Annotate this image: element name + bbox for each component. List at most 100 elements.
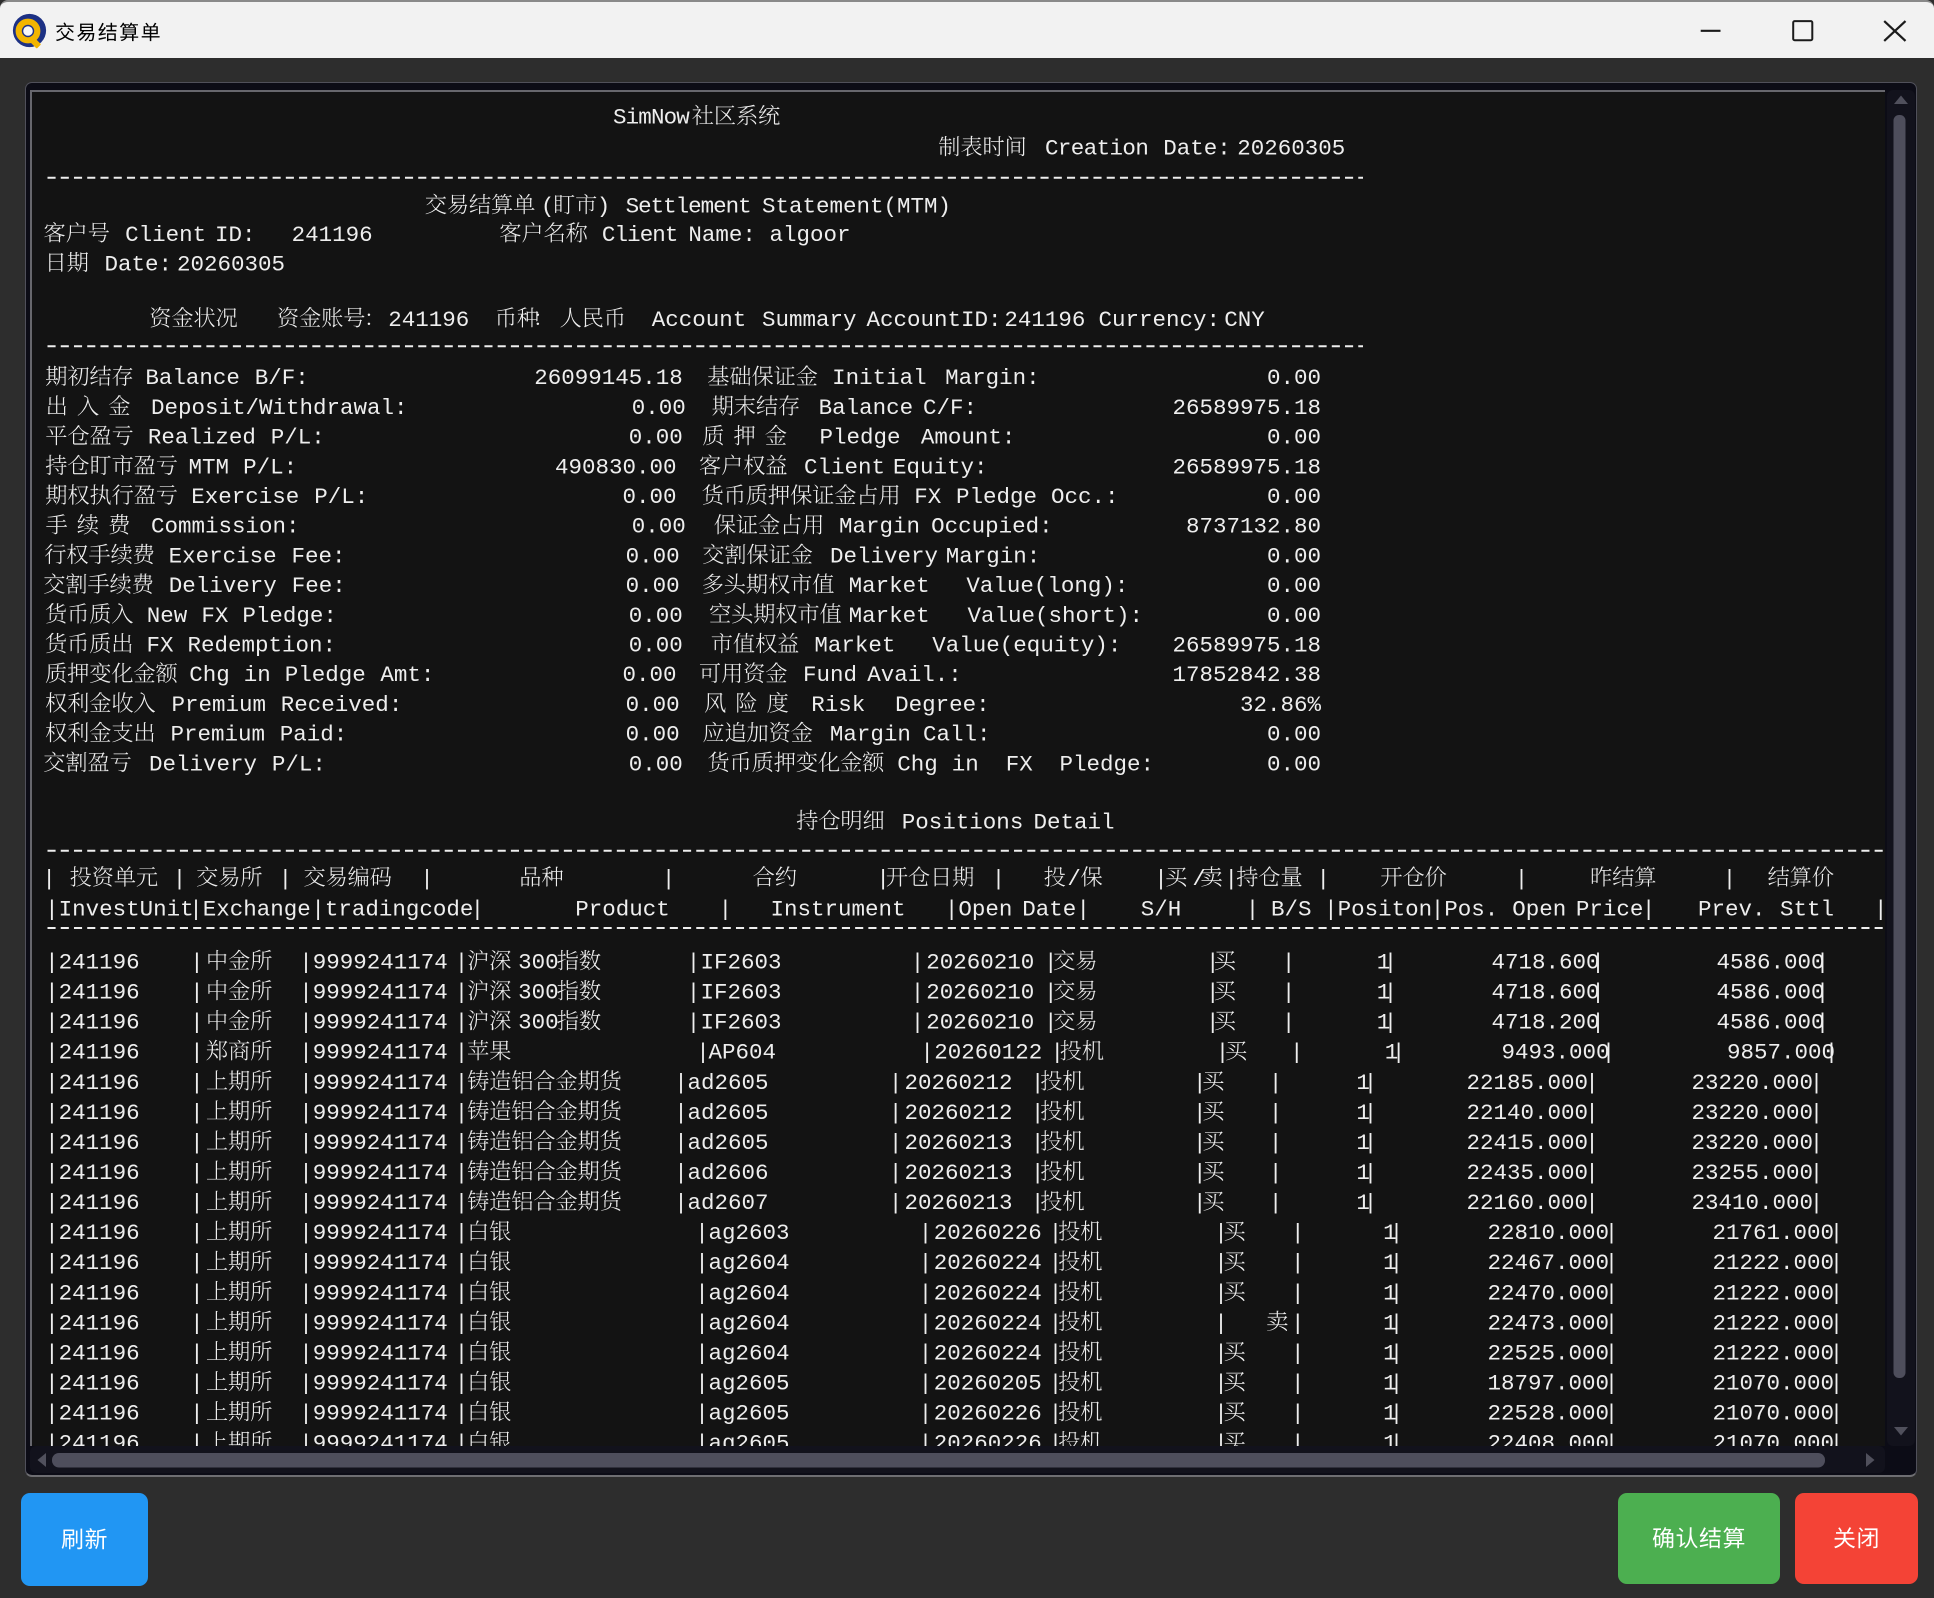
svg-text:20260226: 20260226 [934,1220,1042,1246]
svg-text:Market: Market [849,603,930,629]
svg-text:algoor: algoor [770,222,851,248]
svg-text:241196: 241196 [1004,307,1085,333]
svg-text:|9999241174: |9999241174 [299,1160,448,1186]
svg-text:0.00: 0.00 [632,395,686,421]
svg-text:|: | [992,866,1006,892]
svg-text:|9999241174: |9999241174 [299,1431,448,1446]
svg-text:|241196: |241196 [45,1401,140,1427]
svg-text:Chg: Chg [189,662,230,688]
svg-text:|: | [1269,1070,1283,1096]
svg-text:Call:: Call: [923,722,991,748]
svg-text:|: | [1290,1040,1304,1066]
svg-text:Pledge: Pledge [285,662,366,688]
svg-text:0.00: 0.00 [629,633,683,659]
svg-text:|: | [455,1010,469,1036]
svg-text:Paid:: Paid: [280,722,348,748]
svg-text:Chg: Chg [897,751,938,777]
svg-text:Date:: Date: [105,251,173,277]
svg-text:|: | [1364,1160,1378,1186]
svg-text:241196: 241196 [292,222,373,248]
svg-text:|: | [1830,1220,1844,1246]
svg-text:|: | [1830,1431,1844,1446]
svg-text:|: | [687,980,701,1006]
svg-text:300: 300 [518,980,559,1006]
svg-text:Detail: Detail [1034,809,1115,835]
svg-text:|: | [190,1310,204,1336]
svg-text:|: | [1810,1160,1824,1186]
svg-text:Open: Open [1512,896,1566,922]
svg-text:|: | [1291,1220,1305,1246]
svg-text:Fee:: Fee: [292,573,346,599]
svg-text:21761.000: 21761.000 [1713,1220,1835,1246]
svg-text:|: | [1291,1401,1305,1427]
svg-text:|: | [1605,1250,1619,1276]
svg-text:22140.000: 22140.000 [1467,1100,1589,1126]
svg-text:|: | [695,1431,709,1446]
svg-text:20260210: 20260210 [926,950,1034,976]
svg-text:|: | [190,1010,204,1036]
svg-text:ad2605: ad2605 [688,1100,769,1126]
svg-text:|: | [455,1250,469,1276]
svg-text:Prev.: Prev. [1698,896,1766,922]
svg-text:Balance: Balance [819,395,914,421]
svg-text:AP604: AP604 [709,1040,777,1066]
svg-text:|: | [889,1100,903,1126]
svg-text:|: | [455,1280,469,1306]
svg-text:|: | [1810,1130,1824,1156]
svg-text:|: | [1291,1310,1305,1336]
svg-text:Delivery: Delivery [169,573,277,599]
svg-text:|9999241174: |9999241174 [299,1280,448,1306]
svg-text:|: | [889,1160,903,1186]
svg-text:|: | [1602,1040,1616,1066]
svg-text:Market: Market [849,573,930,599]
svg-text:32.86%: 32.86% [1240,692,1322,718]
svg-text:|: | [919,1431,933,1446]
svg-text:Amount:: Amount: [921,425,1016,451]
svg-text:Margin:: Margin: [946,543,1041,569]
svg-text:|: | [455,1190,469,1216]
svg-text:|: | [190,980,204,1006]
svg-text:|: | [1384,950,1398,976]
svg-text:Positions: Positions [902,809,1024,835]
svg-text:|: | [662,866,676,892]
svg-text:|: | [190,1190,204,1216]
svg-text:Risk: Risk [811,692,865,718]
svg-text:22470.000: 22470.000 [1488,1280,1610,1306]
svg-text:|9999241174: |9999241174 [299,1310,448,1336]
svg-text:17852842.38: 17852842.38 [1173,662,1322,688]
svg-text:|: | [920,1040,934,1066]
svg-text:Degree:: Degree: [895,692,990,718]
svg-text:|: | [1291,1340,1305,1366]
svg-text:|: | [279,866,293,892]
svg-text:|241196: |241196 [45,1371,140,1397]
svg-text:|9999241174: |9999241174 [299,1220,448,1246]
svg-text:|: | [1269,1160,1283,1186]
svg-text:|241196: |241196 [45,1190,140,1216]
svg-text:|: | [1282,980,1296,1006]
svg-text:ad2606: ad2606 [688,1160,769,1186]
svg-text:MTM: MTM [189,454,230,480]
svg-text:4586.000: 4586.000 [1717,1010,1825,1036]
svg-text:|Pos.: |Pos. [1431,896,1499,922]
svg-text:|: | [919,1401,933,1427]
svg-text:Fund: Fund [803,662,857,688]
svg-text:ag2604: ag2604 [709,1250,790,1276]
svg-text:Exercise: Exercise [191,484,299,510]
svg-text:|: | [1214,1310,1228,1336]
svg-text:P/L:: P/L: [243,454,297,480]
svg-text:Value(equity):: Value(equity): [932,633,1121,659]
svg-text:ad2607: ad2607 [688,1190,769,1216]
svg-text:Value(short):: Value(short): [968,603,1144,629]
svg-text:0.00: 0.00 [1267,543,1321,569]
svg-text:Pledge:: Pledge: [1060,751,1155,777]
svg-text:AccountID:: AccountID: [867,307,1002,333]
svg-text:Summary: Summary [762,307,857,333]
svg-text:Value(long):: Value(long): [966,573,1128,599]
svg-text:|: | [1585,1160,1599,1186]
svg-text:Premium: Premium [171,722,266,748]
svg-text:|: | [1830,1340,1844,1366]
svg-text:0.00: 0.00 [626,692,680,718]
svg-text:Client: Client [125,222,206,248]
svg-text:|: | [911,950,925,976]
svg-text:Amt:: Amt: [380,662,434,688]
